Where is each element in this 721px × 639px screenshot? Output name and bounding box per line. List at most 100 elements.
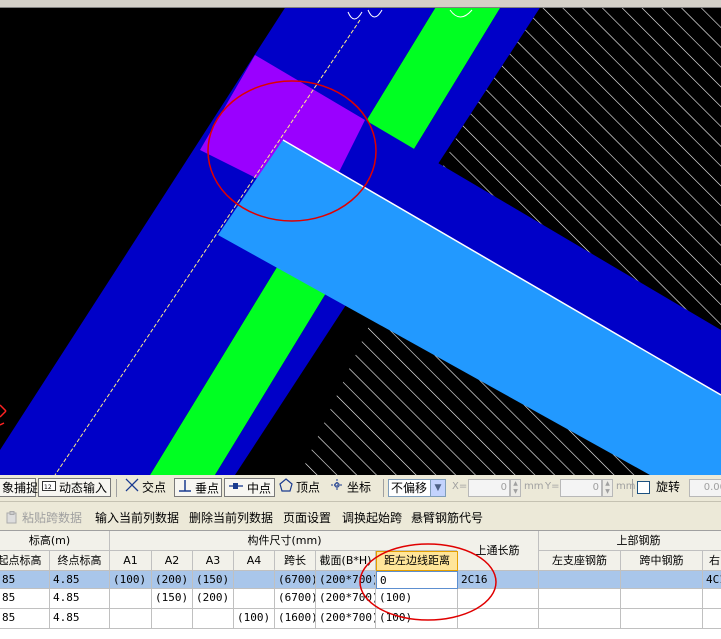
col-header[interactable]: 终点标高: [50, 551, 110, 571]
vertex-snap-button[interactable]: 顶点: [279, 478, 320, 497]
table-toolbar: 粘贴跨数据 输入当前列数据 删除当前列数据 页面设置 调换起始跨 悬臂钢筋代号: [0, 502, 721, 529]
table-cell[interactable]: (200): [193, 589, 234, 609]
table-cell[interactable]: (100): [376, 609, 458, 629]
col-header[interactable]: A4: [234, 551, 275, 571]
group-header-size-label: 构件尺寸(mm): [247, 534, 322, 547]
table-cell[interactable]: [458, 589, 539, 609]
table-cell-editing[interactable]: 0: [376, 571, 458, 589]
col-header[interactable]: 跨中钢筋: [621, 551, 703, 571]
table-cell[interactable]: (6700): [275, 571, 316, 589]
table-cell[interactable]: [110, 609, 152, 629]
dynamic-input-button[interactable]: 12 动态输入: [38, 478, 111, 497]
table-cell[interactable]: [703, 589, 721, 609]
coordinate-snap-button[interactable]: 坐标: [330, 478, 371, 497]
table-cell[interactable]: [234, 571, 275, 589]
table-cell[interactable]: [621, 589, 703, 609]
page-setup-button[interactable]: 页面设置: [283, 509, 331, 526]
midpoint-label: 中点: [247, 481, 272, 496]
y-spinner[interactable]: ▲ ▼: [602, 479, 613, 497]
table-cell[interactable]: (150): [152, 589, 193, 609]
offset-select[interactable]: 不偏移 ▼: [388, 479, 446, 497]
chevron-down-icon: ▼: [430, 480, 445, 496]
table-cell[interactable]: (100): [234, 609, 275, 629]
intersection-icon: [125, 478, 139, 498]
table-cell[interactable]: [234, 589, 275, 609]
object-snap-button[interactable]: 象捕捉: [0, 478, 39, 497]
rotate-value: 0.00: [703, 482, 721, 493]
cad-canvas[interactable]: [0, 0, 721, 475]
table-cell[interactable]: 85: [0, 609, 50, 629]
col-header[interactable]: 右: [703, 551, 721, 571]
intersection-snap-button[interactable]: 交点: [125, 478, 166, 497]
input-column-data-button[interactable]: 输入当前列数据: [95, 509, 179, 526]
col-header[interactable]: 左支座钢筋: [539, 551, 621, 571]
col-header-label: 左支座钢筋: [552, 554, 607, 567]
x-label: X=: [452, 481, 468, 492]
x-value: 0: [500, 482, 507, 493]
table-cell[interactable]: (6700): [275, 589, 316, 609]
paste-span-data-label: 粘贴跨数据: [22, 511, 83, 525]
table-cell[interactable]: [110, 589, 152, 609]
x-input[interactable]: 0: [468, 479, 510, 497]
col-header[interactable]: 起点标高: [0, 551, 50, 571]
table-cell[interactable]: 4.85: [50, 589, 110, 609]
col-header[interactable]: A1: [110, 551, 152, 571]
object-snap-label: 象捕捉: [2, 481, 39, 495]
midpoint-snap-button[interactable]: 中点: [224, 478, 275, 497]
group-header-top-rebar-label: 上部钢筋: [616, 534, 661, 547]
perpendicular-snap-button[interactable]: 垂点: [174, 478, 222, 497]
table-cell[interactable]: 2C16: [458, 571, 539, 589]
separator: [116, 479, 117, 497]
table-cell[interactable]: (200*700): [316, 571, 376, 589]
group-header-top-rebar: 上部钢筋: [539, 531, 721, 551]
paste-span-data-button[interactable]: 粘贴跨数据: [6, 509, 82, 527]
table-cell[interactable]: [458, 609, 539, 629]
table-cell[interactable]: (100): [110, 571, 152, 589]
table-cell[interactable]: [193, 609, 234, 629]
table-cell[interactable]: [621, 609, 703, 629]
col-header-label: 跨中钢筋: [639, 554, 684, 567]
y-input[interactable]: 0: [560, 479, 602, 497]
table-cell[interactable]: [621, 571, 703, 589]
table-cell[interactable]: (100): [376, 589, 458, 609]
group-header-top-long: 上通长筋: [457, 531, 539, 571]
table-cell[interactable]: 4C1: [703, 571, 721, 589]
group-header-elevation-label: 标高(m): [28, 534, 71, 547]
table-cell[interactable]: (200*700): [316, 609, 376, 629]
col-header[interactable]: A3: [193, 551, 234, 571]
table-cell[interactable]: [703, 609, 721, 629]
coordinate-icon: [330, 478, 344, 498]
rotate-checkbox[interactable]: [637, 481, 650, 494]
table-cell[interactable]: 85: [0, 589, 50, 609]
cantilever-rebar-code-button[interactable]: 悬臂钢筋代号: [411, 509, 483, 526]
swap-start-span-button[interactable]: 调换起始跨: [342, 509, 402, 526]
col-header-label: 起点标高: [0, 554, 42, 567]
table-cell[interactable]: (1600): [275, 609, 316, 629]
group-header-elevation: 标高(m): [0, 531, 110, 551]
delete-column-data-button[interactable]: 删除当前列数据: [189, 509, 273, 526]
y-label: Y=: [545, 481, 560, 492]
x-spinner[interactable]: ▲ ▼: [510, 479, 521, 497]
col-header[interactable]: 截面(B*H): [316, 551, 376, 571]
group-header-top-long-label: 上通长筋: [475, 544, 520, 557]
table-cell[interactable]: 4.85: [50, 571, 110, 589]
col-header-label: 截面(B*H): [319, 554, 372, 567]
table-cell[interactable]: 4.85: [50, 609, 110, 629]
col-header-left-edge-distance[interactable]: 距左边线距离: [376, 551, 458, 571]
table-cell[interactable]: [539, 589, 621, 609]
table-cell[interactable]: (200*700): [316, 589, 376, 609]
table-cell[interactable]: [152, 609, 193, 629]
intersection-label: 交点: [142, 480, 167, 495]
separator: [632, 479, 633, 497]
top-toolbar-strip: [0, 0, 721, 8]
svg-text:12: 12: [44, 484, 52, 491]
table-cell[interactable]: (150): [193, 571, 234, 589]
midpoint-icon: [228, 479, 244, 499]
table-cell[interactable]: [539, 609, 621, 629]
rotate-input[interactable]: 0.00: [689, 479, 721, 497]
table-cell[interactable]: [539, 571, 621, 589]
table-cell[interactable]: (200): [152, 571, 193, 589]
table-cell[interactable]: 85: [0, 571, 50, 589]
col-header[interactable]: A2: [152, 551, 193, 571]
col-header[interactable]: 跨长: [275, 551, 316, 571]
